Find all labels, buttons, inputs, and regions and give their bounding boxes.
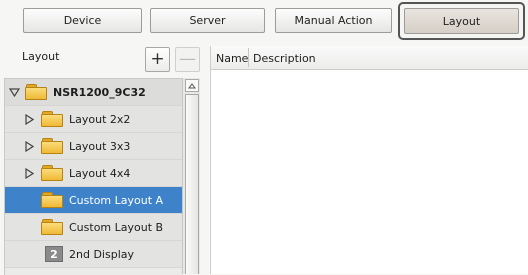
tab-manual-action[interactable]: Manual Action (275, 8, 392, 33)
tree-row-custom-layout-b[interactable]: Custom Layout B (5, 214, 183, 241)
tree-row-2nd-display[interactable]: 2 2nd Display (5, 241, 183, 268)
tree-scrollbar[interactable] (182, 78, 200, 274)
tree-row-label: Custom Layout B (69, 220, 164, 234)
tab-server[interactable]: Server (150, 8, 265, 33)
tree-row-label: Layout 3x3 (69, 139, 131, 153)
tree-row-custom-layout-a[interactable]: Custom Layout A (5, 187, 183, 214)
remove-layout-button[interactable]: — (175, 47, 200, 72)
collapsed-arrow-icon[interactable] (23, 140, 35, 152)
layout-tree: NSR1200_9C32 Layout 2x2 Layout 3x3 Layou… (4, 78, 183, 275)
tab-layout-face: Layout (404, 8, 519, 34)
tree-row-label: NSR1200_9C32 (53, 85, 146, 99)
tree-row-layout-2x2[interactable]: Layout 2x2 (5, 106, 183, 133)
minus-icon: — (179, 49, 196, 69)
plus-icon: + (150, 49, 165, 69)
tab-server-label: Server (189, 14, 226, 27)
tab-manual-action-label: Manual Action (294, 14, 373, 27)
tree-row-root[interactable]: NSR1200_9C32 (5, 79, 183, 106)
add-layout-button[interactable]: + (145, 47, 170, 72)
column-header-name[interactable]: Name (216, 52, 248, 65)
tab-device-label: Device (63, 14, 102, 27)
table-header: Name Description (211, 46, 528, 70)
folder-icon (41, 111, 63, 127)
display-number-icon: 2 (45, 246, 63, 262)
layout-table: Name Description (210, 46, 528, 274)
collapsed-arrow-icon[interactable] (23, 167, 35, 179)
tree-row-label: Custom Layout A (69, 193, 164, 207)
tree-row-label: Layout 2x2 (69, 112, 131, 126)
expanded-arrow-icon[interactable] (8, 86, 20, 98)
scroll-up-arrow-icon[interactable] (185, 79, 199, 92)
folder-icon (41, 219, 63, 235)
folder-icon (25, 84, 47, 100)
tree-row-layout-4x4[interactable]: Layout 4x4 (5, 160, 183, 187)
tree-row-label: Layout 4x4 (69, 166, 131, 180)
folder-icon (41, 138, 63, 154)
tab-device[interactable]: Device (23, 8, 142, 33)
folder-icon (41, 192, 63, 208)
column-header-description[interactable]: Description (253, 52, 316, 65)
panel-splitter[interactable] (200, 44, 210, 274)
folder-icon (41, 165, 63, 181)
panel-title: Layout (22, 50, 60, 63)
tab-layout-label: Layout (442, 14, 481, 28)
column-divider[interactable] (248, 48, 249, 67)
tree-row-layout-3x3[interactable]: Layout 3x3 (5, 133, 183, 160)
tab-layout[interactable]: Layout (398, 2, 525, 40)
tree-row-label: 2nd Display (69, 247, 134, 261)
scroll-thumb[interactable] (185, 94, 199, 274)
tab-bar: Device Server Manual Action Layout (0, 0, 528, 44)
collapsed-arrow-icon[interactable] (23, 113, 35, 125)
